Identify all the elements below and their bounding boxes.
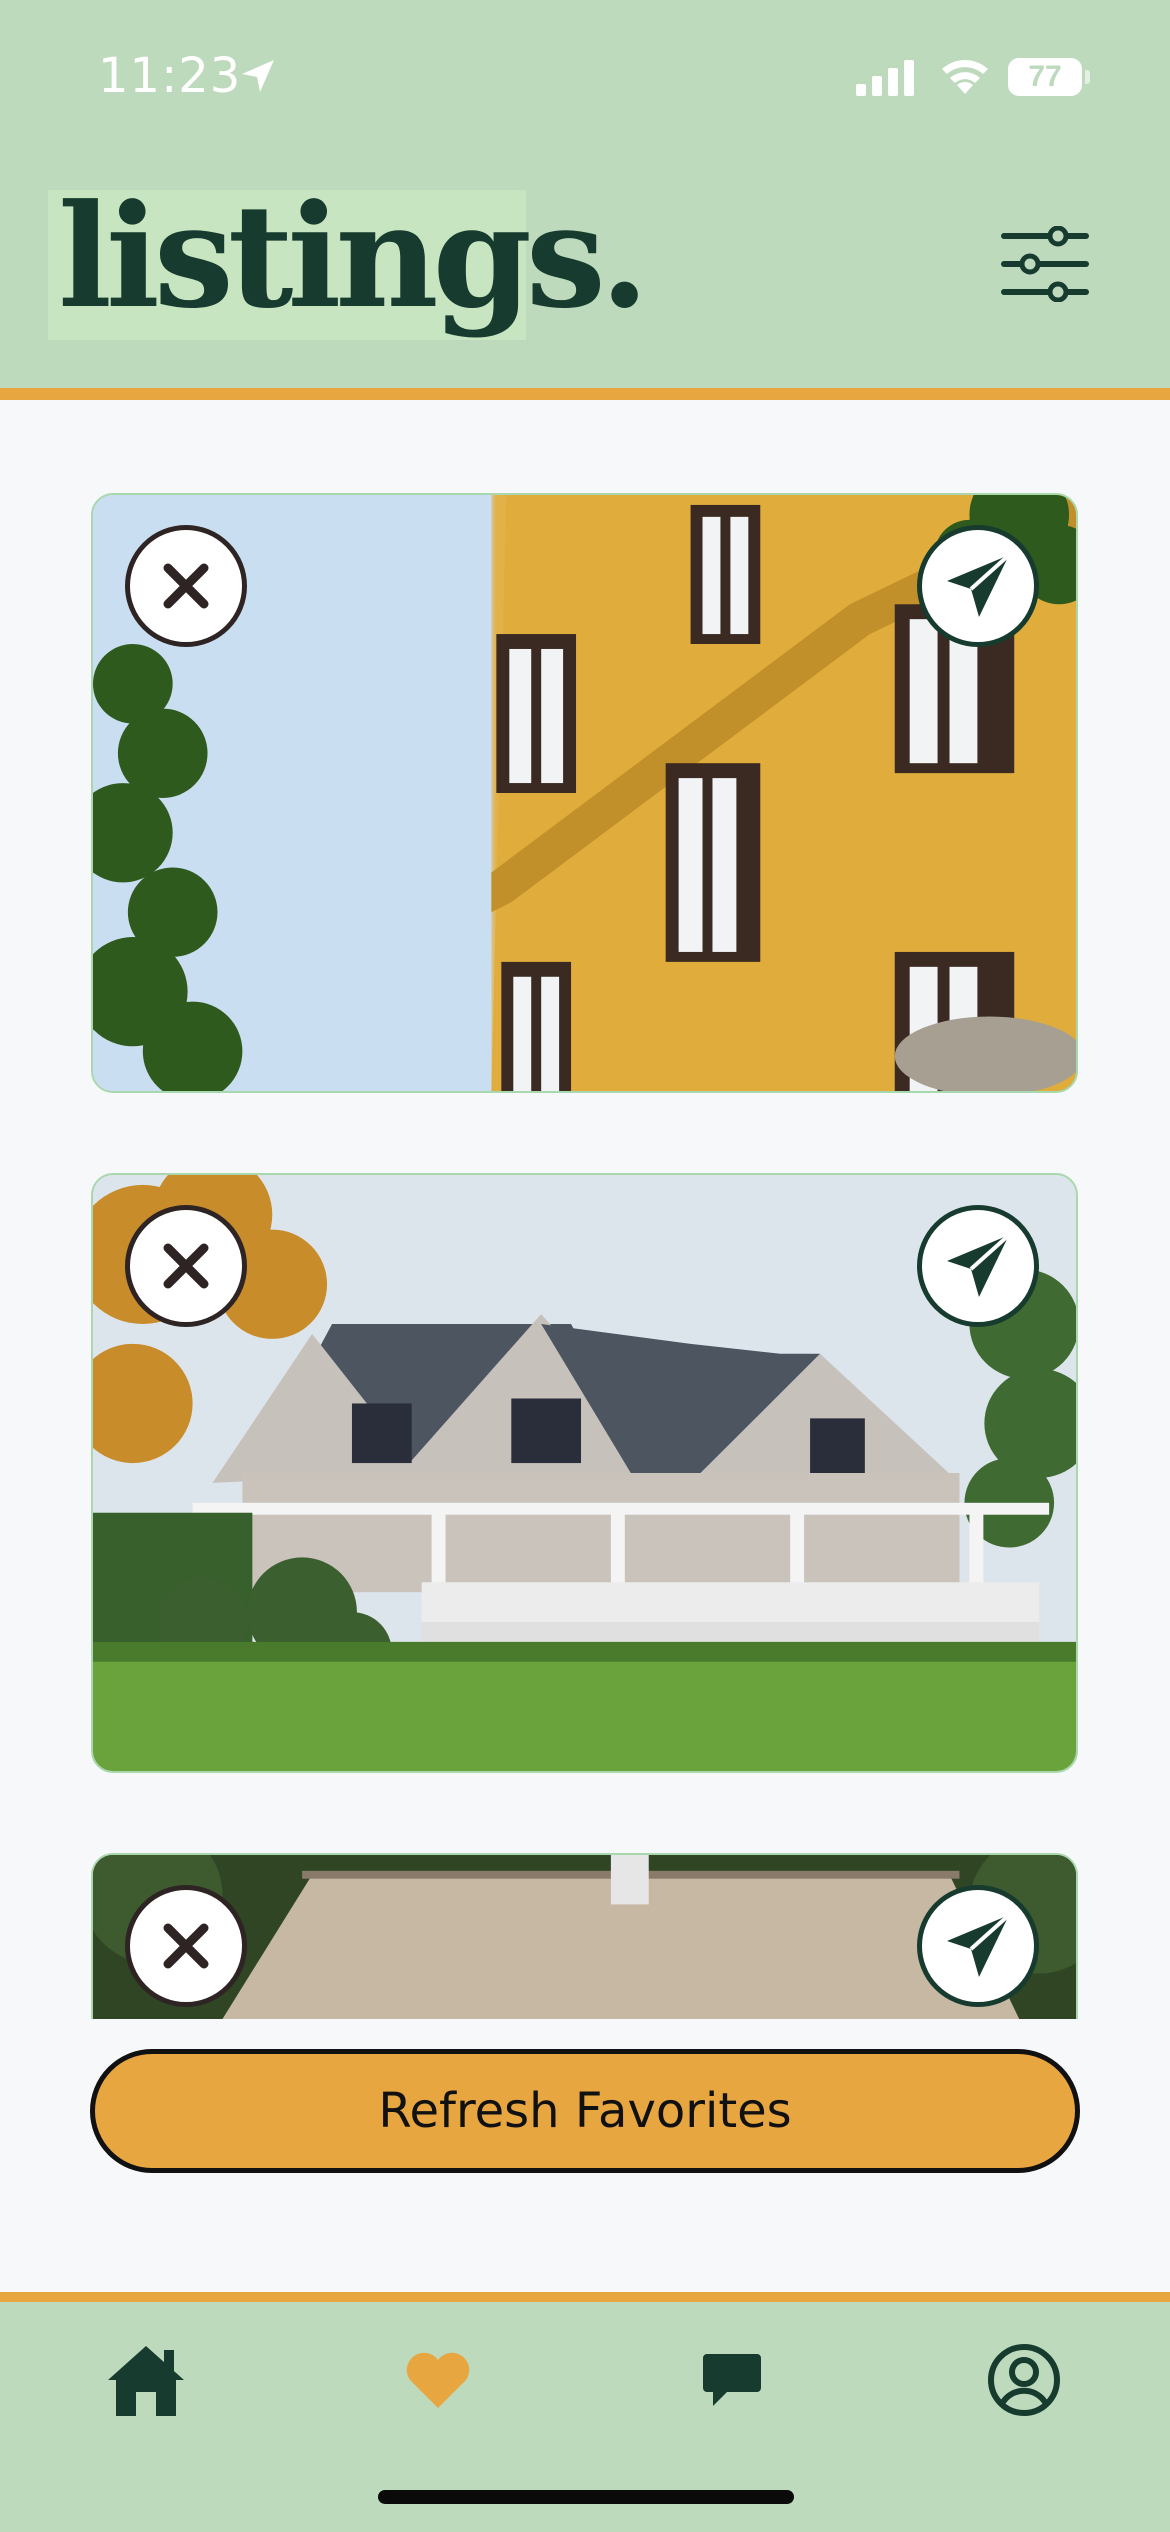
refresh-favorites-button[interactable]: Refresh Favorites [90, 2049, 1080, 2173]
close-icon [163, 1243, 209, 1289]
dismiss-button[interactable] [125, 1205, 247, 1327]
listing-card[interactable] [91, 493, 1078, 1093]
filter-sliders-icon[interactable] [1000, 226, 1090, 302]
status-bar: 11:23 77 [0, 0, 1170, 150]
status-time: 11:23 [98, 48, 242, 104]
paper-plane-icon [947, 1913, 1011, 1977]
tab-home[interactable] [96, 2330, 196, 2430]
battery-indicator: 77 [1008, 58, 1090, 98]
listing-card[interactable] [91, 1173, 1078, 1773]
header-divider [0, 388, 1170, 400]
tabbar-divider [0, 2292, 1170, 2302]
home-icon [108, 2346, 184, 2416]
tab-messages[interactable] [682, 2330, 782, 2430]
location-arrow-icon [242, 60, 274, 92]
user-profile-icon [988, 2344, 1060, 2416]
heart-icon [406, 2352, 470, 2408]
cellular-signal-icon [856, 60, 914, 96]
dismiss-button[interactable] [125, 1885, 247, 2007]
tab-favorites[interactable] [388, 2330, 488, 2430]
battery-level: 77 [1008, 58, 1082, 96]
app-logo: listings. [58, 174, 649, 340]
battery-cap [1085, 70, 1090, 84]
close-icon [163, 1923, 209, 1969]
paper-plane-icon [947, 553, 1011, 617]
send-button[interactable] [917, 1885, 1039, 2007]
send-button[interactable] [917, 1205, 1039, 1327]
paper-plane-icon [947, 1233, 1011, 1297]
chat-bubble-icon [703, 2354, 761, 2406]
tab-profile[interactable] [974, 2330, 1074, 2430]
listing-card[interactable] [91, 1853, 1078, 2019]
home-indicator [378, 2490, 794, 2504]
close-icon [163, 563, 209, 609]
send-button[interactable] [917, 525, 1039, 647]
wifi-icon [942, 60, 988, 94]
dismiss-button[interactable] [125, 525, 247, 647]
